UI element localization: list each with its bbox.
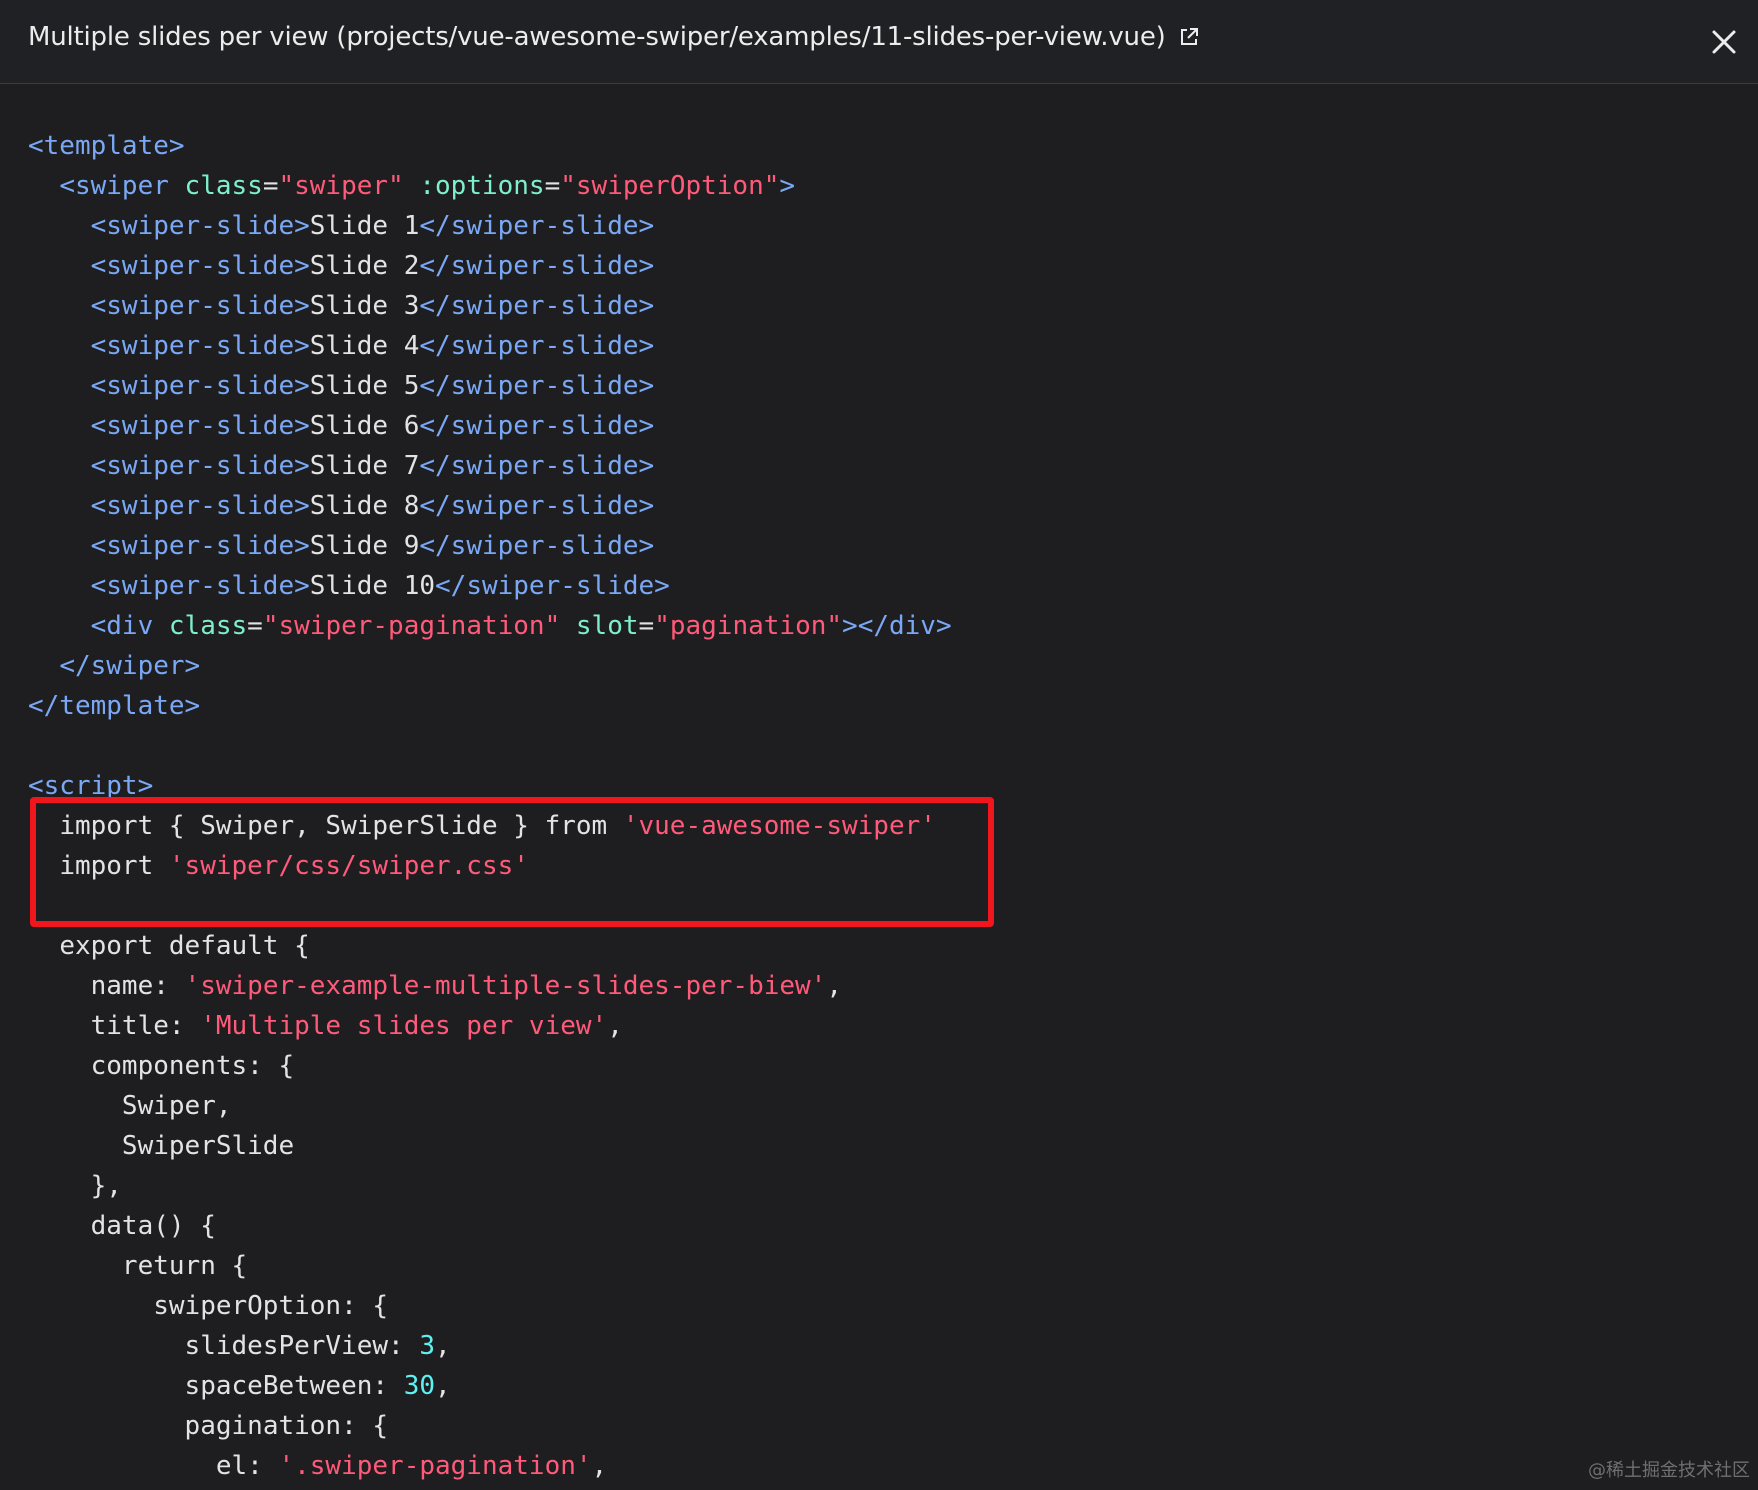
code-line: title: 'Multiple slides per view', (90, 1011, 623, 1041)
code-line: el: '.swiper-pagination', (215, 1451, 608, 1481)
code-line: <swiper-slide>Slide 2</swiper-slide> (90, 251, 655, 281)
code-line: <swiper-slide>Slide 9</swiper-slide> (90, 531, 655, 561)
code-line: <swiper-slide>Slide 4</swiper-slide> (90, 331, 655, 361)
code-line: <swiper-slide>Slide 6</swiper-slide> (90, 411, 655, 441)
code-line: <swiper class="swiper" :options="swiperO… (59, 171, 796, 201)
code-line: SwiperSlide (121, 1131, 295, 1161)
code-line: <swiper-slide>Slide 1</swiper-slide> (90, 211, 655, 241)
code-line: </template> (28, 691, 201, 721)
code-line: <div class="swiper-pagination" slot="pag… (90, 611, 952, 641)
code-line: <swiper-slide>Slide 8</swiper-slide> (90, 491, 655, 521)
code-line: <swiper-slide>Slide 3</swiper-slide> (90, 291, 655, 321)
code-line: slidesPerView: 3, (184, 1331, 451, 1361)
code-line: <swiper-slide>Slide 5</swiper-slide> (90, 371, 655, 401)
code-line: data() { (90, 1211, 216, 1241)
code-line: swiperOption: { (153, 1291, 389, 1321)
code-line: <swiper-slide>Slide 7</swiper-slide> (90, 451, 655, 481)
code-line: <template> (28, 131, 185, 161)
watermark: @稀土掘金技术社区 (1588, 1460, 1750, 1481)
code-line: </swiper> (59, 651, 201, 681)
code-line: name: 'swiper-example-multiple-slides-pe… (90, 971, 842, 1001)
code-line: export default { (59, 931, 310, 961)
close-icon[interactable] (1708, 26, 1740, 58)
dialog-title: Multiple slides per view (projects/vue-a… (28, 22, 1200, 52)
external-link-icon[interactable] (1178, 26, 1200, 48)
import-highlight-box (30, 797, 994, 927)
code-line: <swiper-slide>Slide 10</swiper-slide> (90, 571, 670, 601)
code-line: Swiper, (121, 1091, 232, 1121)
code-line: spaceBetween: 30, (184, 1371, 451, 1401)
code-line: return { (121, 1251, 248, 1281)
dialog-header: Multiple slides per view (projects/vue-a… (0, 0, 1758, 84)
dialog-title-text: Multiple slides per view (projects/vue-a… (28, 22, 1166, 52)
code-line: components: { (90, 1051, 295, 1081)
code-line: pagination: { (184, 1411, 389, 1441)
code-line: }, (90, 1171, 122, 1201)
